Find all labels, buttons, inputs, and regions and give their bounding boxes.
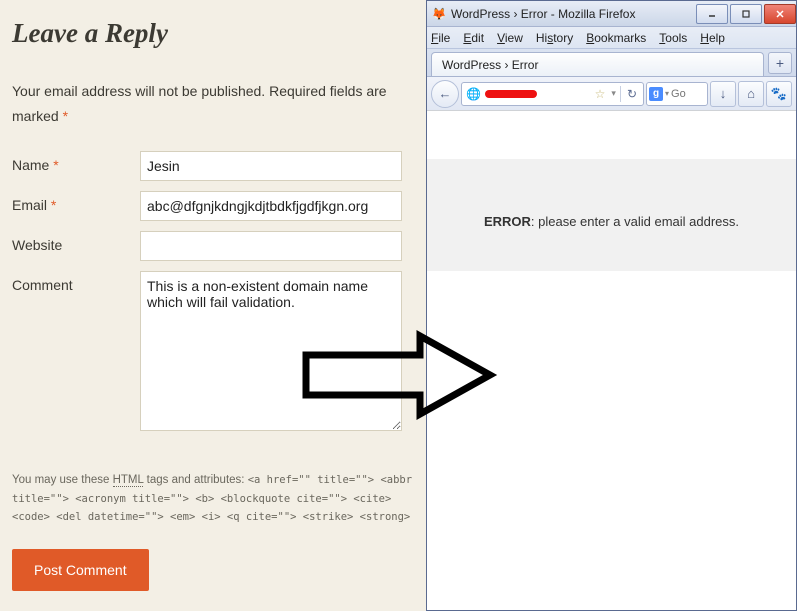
comment-textarea[interactable] bbox=[140, 271, 402, 431]
developer-button[interactable]: 🐾 bbox=[766, 81, 792, 107]
menu-bookmarks[interactable]: Bookmarks bbox=[586, 31, 646, 45]
new-tab-button[interactable]: + bbox=[768, 52, 792, 74]
comment-row: Comment bbox=[12, 271, 414, 431]
name-row: Name * bbox=[12, 151, 414, 181]
firefox-icon: 🦊 bbox=[431, 6, 447, 22]
url-dropdown-icon[interactable]: ▾ bbox=[609, 88, 618, 99]
error-message: ERROR: please enter a valid email addres… bbox=[427, 214, 796, 229]
globe-icon: 🌐 bbox=[464, 87, 483, 101]
menu-bar: File Edit View History Bookmarks Tools H… bbox=[427, 27, 796, 49]
maximize-button[interactable] bbox=[730, 4, 762, 24]
name-label: Name * bbox=[12, 151, 140, 173]
url-bar[interactable]: 🌐 ☆ ▾ ↻ bbox=[461, 82, 644, 106]
tab-strip: WordPress › Error + bbox=[427, 49, 796, 77]
email-label-text: Email bbox=[12, 197, 51, 213]
window-controls bbox=[694, 4, 796, 24]
menu-view[interactable]: View bbox=[497, 31, 523, 45]
email-input[interactable] bbox=[140, 191, 402, 221]
error-text: : please enter a valid email address. bbox=[531, 214, 739, 229]
form-title: Leave a Reply bbox=[12, 18, 414, 49]
minimize-button[interactable] bbox=[696, 4, 728, 24]
search-input[interactable] bbox=[671, 88, 701, 100]
required-asterisk: * bbox=[51, 197, 56, 213]
html-abbr: HTML bbox=[113, 474, 144, 487]
menu-tools[interactable]: Tools bbox=[659, 31, 687, 45]
email-label: Email * bbox=[12, 191, 140, 213]
tags-note-prefix: You may use these bbox=[12, 474, 113, 486]
nav-toolbar: ← 🌐 ☆ ▾ ↻ g ▾ ↓ ⌂ 🐾 bbox=[427, 77, 796, 111]
close-button[interactable] bbox=[764, 4, 796, 24]
separator bbox=[620, 86, 621, 102]
comment-form-panel: Leave a Reply Your email address will no… bbox=[0, 0, 426, 611]
allowed-tags-note: You may use these HTML tags and attribut… bbox=[12, 471, 414, 526]
required-asterisk: * bbox=[53, 157, 58, 173]
form-note: Your email address will not be published… bbox=[12, 79, 414, 129]
email-row: Email * bbox=[12, 191, 414, 221]
back-button[interactable]: ← bbox=[431, 80, 459, 108]
browser-viewport: ERROR: please enter a valid email addres… bbox=[427, 111, 796, 610]
comment-label: Comment bbox=[12, 271, 140, 293]
website-input[interactable] bbox=[140, 231, 402, 261]
reload-button[interactable]: ↻ bbox=[623, 87, 641, 101]
tab-title: WordPress › Error bbox=[442, 58, 538, 72]
window-title: WordPress › Error - Mozilla Firefox bbox=[451, 7, 694, 21]
bookmark-star-icon[interactable]: ☆ bbox=[593, 87, 608, 101]
downloads-button[interactable]: ↓ bbox=[710, 81, 736, 107]
menu-history[interactable]: History bbox=[536, 31, 573, 45]
name-input[interactable] bbox=[140, 151, 402, 181]
post-comment-button[interactable]: Post Comment bbox=[12, 549, 149, 591]
tags-note-mid: tags and attributes: bbox=[143, 474, 247, 486]
home-button[interactable]: ⌂ bbox=[738, 81, 764, 107]
form-note-text: Your email address will not be published… bbox=[12, 83, 387, 124]
menu-help[interactable]: Help bbox=[700, 31, 725, 45]
menu-file[interactable]: File bbox=[431, 31, 450, 45]
search-box[interactable]: g ▾ bbox=[646, 82, 708, 106]
name-label-text: Name bbox=[12, 157, 53, 173]
website-row: Website bbox=[12, 231, 414, 261]
window-titlebar[interactable]: 🦊 WordPress › Error - Mozilla Firefox bbox=[427, 1, 796, 27]
firefox-window: 🦊 WordPress › Error - Mozilla Firefox Fi… bbox=[426, 0, 797, 611]
error-label: ERROR bbox=[484, 214, 531, 229]
menu-edit[interactable]: Edit bbox=[463, 31, 484, 45]
search-engine-dropdown[interactable]: ▾ bbox=[665, 89, 669, 98]
google-icon: g bbox=[649, 87, 663, 101]
url-redacted bbox=[485, 90, 537, 98]
required-asterisk: * bbox=[63, 108, 68, 124]
browser-tab[interactable]: WordPress › Error bbox=[431, 52, 764, 76]
website-label: Website bbox=[12, 231, 140, 253]
